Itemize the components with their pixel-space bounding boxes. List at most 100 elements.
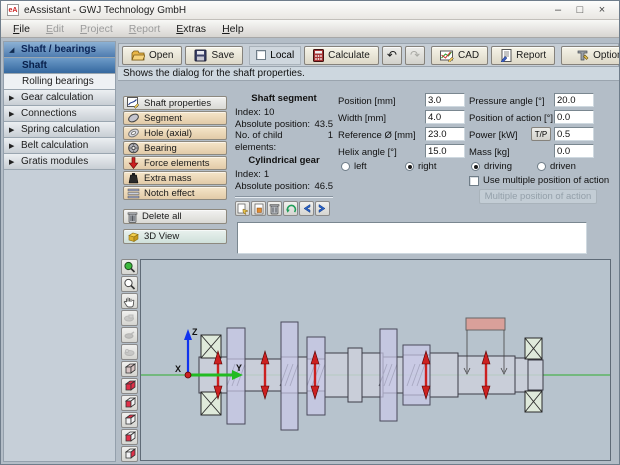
collapsed-triangle-icon: ▶ <box>9 94 15 102</box>
previous-element-button[interactable] <box>299 201 314 216</box>
segment-button[interactable]: Segment <box>123 111 227 125</box>
menu-project: Project <box>80 22 113 35</box>
module-sidebar: ◢ Shaft / bearings Shaft Rolling bearing… <box>3 41 116 462</box>
local-checkbox[interactable] <box>256 50 267 60</box>
close-button[interactable]: × <box>591 2 613 18</box>
message-box[interactable] <box>237 222 587 254</box>
info-row: Index: 1 <box>235 169 270 180</box>
3d-view-button[interactable]: 3D View <box>123 229 227 244</box>
view-tool-zoom-in[interactable] <box>121 259 138 275</box>
extra-mass-button[interactable]: Extra mass <box>123 171 227 185</box>
main-toolbar: Open Save Local Calculate ↶ ↷ CAD Report <box>118 43 619 67</box>
copy-element-button[interactable] <box>235 201 250 216</box>
report-button[interactable]: Report <box>491 45 556 65</box>
force-elements-button[interactable]: Force elements <box>123 156 227 170</box>
position-label: Position [mm] <box>338 96 396 107</box>
shaft-properties-button[interactable]: Shaft properties <box>123 96 227 110</box>
notch-effect-button[interactable]: Notch effect <box>123 186 227 200</box>
hole-axial-button[interactable]: Hole (axial) <box>123 126 227 140</box>
sidebar-group-spring-calculation[interactable]: ▶ Spring calculation <box>4 122 115 138</box>
extra-mass-weight-icon <box>128 173 139 184</box>
options-button[interactable]: Options <box>561 45 619 65</box>
cad-button[interactable]: CAD <box>431 45 489 65</box>
bearing-icon <box>128 142 139 154</box>
view-tool-pan[interactable] <box>121 293 138 309</box>
view-tool-view-right[interactable] <box>121 446 138 462</box>
maximize-button[interactable]: □ <box>569 2 591 18</box>
divider <box>235 196 333 198</box>
next-element-button[interactable] <box>315 201 330 216</box>
power-input[interactable] <box>554 127 594 141</box>
delete-all-button[interactable]: Delete all <box>123 209 227 224</box>
window-title: eAssistant - GWJ Technology GmbH <box>24 4 187 16</box>
save-disk-icon <box>194 49 207 61</box>
helix-left-radio[interactable]: left <box>341 161 367 172</box>
menu-help[interactable]: Help <box>214 22 252 36</box>
sidebar-item-rolling-bearings[interactable]: Rolling bearings <box>4 74 115 90</box>
report-document-icon <box>500 48 512 62</box>
mass-label: Mass [kg] <box>469 147 510 158</box>
use-multiple-position-checkbox[interactable]: Use multiple position of action <box>469 175 609 186</box>
sidebar-group-belt-calculation[interactable]: ▶ Belt calculation <box>4 138 115 154</box>
helix-angle-label: Helix angle [°] <box>338 147 397 158</box>
helix-angle-input[interactable] <box>425 144 465 158</box>
view-tool-view-top[interactable] <box>121 412 138 428</box>
view-tool-view-iso[interactable] <box>121 361 138 377</box>
insert-element-button[interactable] <box>251 201 266 216</box>
local-checkbox-group[interactable]: Local <box>249 45 302 65</box>
width-input[interactable] <box>425 110 465 124</box>
helix-right-radio[interactable]: right <box>405 161 436 172</box>
save-button[interactable]: Save <box>185 45 244 65</box>
position-input[interactable] <box>425 93 465 107</box>
expanded-triangle-icon: ◢ <box>9 46 15 54</box>
menu-extras[interactable]: Extras <box>168 22 214 36</box>
collapsed-triangle-icon: ▶ <box>9 142 15 150</box>
torque-power-toggle-button[interactable]: T/P <box>531 127 551 141</box>
calculate-button[interactable]: Calculate <box>304 45 379 65</box>
redo-icon: ↷ <box>409 48 420 62</box>
view-tool-zoom-out[interactable] <box>121 276 138 292</box>
sidebar-group-gratis-modules[interactable]: ▶ Gratis modules <box>4 154 115 170</box>
bearing-button[interactable]: Bearing <box>123 141 227 155</box>
open-folder-icon <box>131 50 145 60</box>
sidebar-item-shaft[interactable]: Shaft <box>4 58 115 74</box>
sidebar-group-gear-calculation[interactable]: ▶ Gear calculation <box>4 90 115 106</box>
app-window: eA eAssistant - GWJ Technology GmbH – □ … <box>0 0 620 465</box>
trash-icon <box>269 203 280 214</box>
mass-input[interactable] <box>554 144 594 158</box>
sidebar-group-shaft-bearings[interactable]: ◢ Shaft / bearings <box>4 42 115 58</box>
minimize-button[interactable]: – <box>547 2 569 18</box>
undo-button[interactable]: ↶ <box>381 45 402 65</box>
multiple-position-of-action-button: Multiple position of action <box>479 189 597 204</box>
menu-file[interactable]: File <box>5 22 38 36</box>
segment-info-title: Shaft segment <box>251 93 317 104</box>
collapsed-triangle-icon: ▶ <box>9 126 15 134</box>
title-bar: eA eAssistant - GWJ Technology GmbH – □ … <box>1 1 619 20</box>
shaft-diagram-canvas[interactable]: Z Y X <box>140 259 612 461</box>
shaft-properties-icon <box>127 97 140 109</box>
pressure-angle-input[interactable] <box>554 93 594 107</box>
driving-radio[interactable]: driving <box>471 161 512 172</box>
segment-info-subtitle: Cylindrical gear <box>248 155 320 166</box>
calculator-icon <box>313 48 325 62</box>
view-tool-view-all[interactable] <box>121 378 138 394</box>
reference-diameter-input[interactable] <box>425 127 465 141</box>
shaft-diagram: Z Y X <box>141 317 612 431</box>
view-tool-tool-disabled-1 <box>121 310 138 326</box>
svg-text:Z: Z <box>192 327 198 337</box>
view-tool-view-left[interactable] <box>121 429 138 445</box>
sidebar-group-connections[interactable]: ▶ Connections <box>4 106 115 122</box>
collapsed-triangle-icon: ▶ <box>9 110 15 118</box>
menu-edit: Edit <box>45 22 65 35</box>
position-of-action-input[interactable] <box>554 110 594 124</box>
open-button[interactable]: Open <box>122 45 183 65</box>
delete-element-button[interactable] <box>267 201 282 216</box>
undo-element-button[interactable] <box>283 201 298 216</box>
svg-text:X: X <box>175 364 181 374</box>
3d-cube-icon <box>128 232 139 242</box>
svg-text:Y: Y <box>236 363 242 373</box>
view-tool-view-front[interactable] <box>121 395 138 411</box>
arrow-right-icon <box>318 204 326 213</box>
driven-radio[interactable]: driven <box>537 161 576 172</box>
view-tool-tool-disabled-2 <box>121 327 138 343</box>
